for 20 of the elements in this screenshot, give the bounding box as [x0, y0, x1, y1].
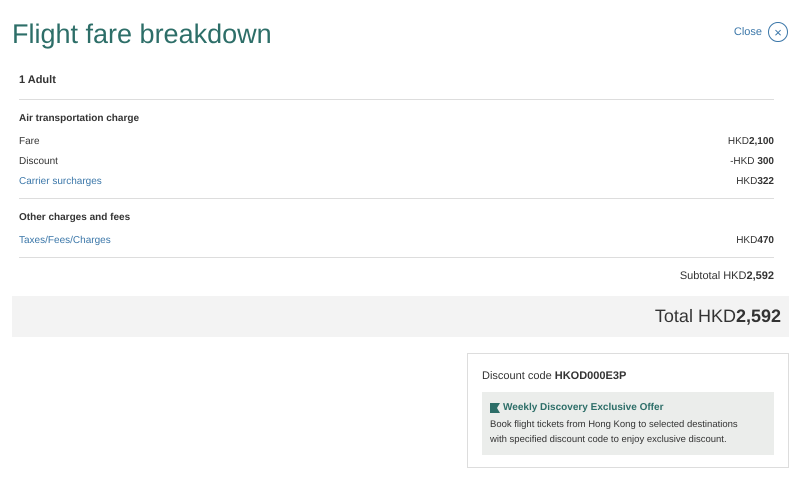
charge-amount: -HKD 300 [730, 155, 774, 169]
flag-icon [490, 402, 500, 412]
total-amount: Total HKD2,592 [654, 304, 781, 328]
offer-description: Book flight tickets from Hong Kong to selected destinations with specified discount code to enjoy exclusive discount. [490, 418, 739, 447]
section-heading: Other charges and fees [19, 210, 132, 224]
passenger-count: 1 Adult [19, 72, 774, 100]
section-heading: Air transportation charge [19, 112, 140, 126]
charge-label: Discount [19, 155, 58, 169]
page-title: Flight fare breakdown [12, 18, 272, 51]
discount-code: Discount code HKOD000E3P [482, 368, 628, 384]
close-button[interactable]: Close × [734, 22, 788, 42]
close-icon: × [768, 22, 788, 42]
charge-label: Fare [19, 135, 40, 149]
charge-link[interactable]: Carrier surcharges [19, 174, 102, 189]
charge-amount: HKD322 [736, 175, 774, 189]
charge-amount: HKD470 [736, 234, 774, 248]
charge-link[interactable]: Taxes/Fees/Charges [19, 233, 111, 248]
offer-title: Weekly Discovery Exclusive Offer [503, 401, 664, 415]
charge-amount: HKD2,100 [728, 135, 774, 149]
subtotal: Subtotal HKD2,592 [680, 269, 774, 284]
